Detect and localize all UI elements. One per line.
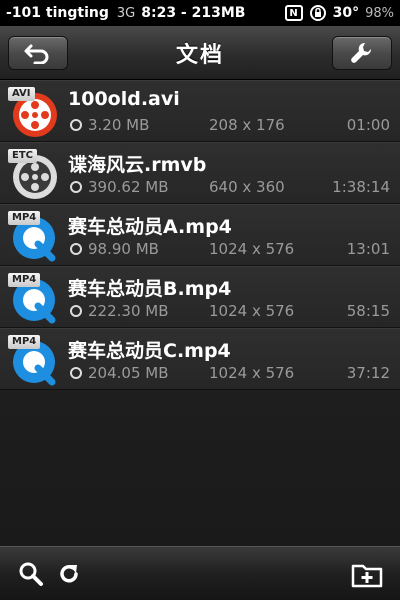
- rotation-lock-icon: [309, 5, 326, 21]
- file-type-badge: MP4: [8, 335, 41, 349]
- list-empty-area: [0, 390, 400, 546]
- search-icon: [19, 562, 43, 586]
- video-dimensions: 1024 x 576: [209, 240, 295, 258]
- file-size: 204.05 MB: [88, 364, 169, 382]
- file-type-badge: ETC: [8, 149, 37, 163]
- file-name: 100old.avi: [68, 88, 180, 110]
- status-circle-icon: [70, 181, 82, 193]
- file-meta: 222.30 MB 1024 x 576 58:15: [70, 302, 390, 320]
- video-dimensions: 1024 x 576: [209, 364, 295, 382]
- video-dimensions: 1024 x 576: [209, 302, 295, 320]
- video-duration: 37:12: [346, 364, 390, 382]
- quicktime-icon: MP4: [8, 335, 62, 387]
- file-size: 222.30 MB: [88, 302, 169, 320]
- battery-level: 98%: [365, 5, 394, 21]
- file-size: 390.62 MB: [88, 178, 169, 196]
- status-circle-icon: [70, 119, 82, 131]
- video-dimensions: 640 x 360: [209, 178, 285, 196]
- file-type-badge: MP4: [8, 211, 41, 225]
- file-name: 赛车总动员C.mp4: [68, 340, 231, 362]
- status-bar: -101 tingting 3G 8:23 - 213MB N 30° 98%: [0, 0, 400, 26]
- settings-button[interactable]: [332, 36, 392, 70]
- file-type-badge: MP4: [8, 273, 41, 287]
- file-size: 3.20 MB: [88, 116, 150, 134]
- refresh-icon: [60, 565, 78, 583]
- file-type-badge: AVI: [8, 87, 35, 101]
- video-duration: 1:38:14: [332, 178, 390, 196]
- network-type: 3G: [116, 5, 136, 21]
- file-meta: 98.90 MB 1024 x 576 13:01: [70, 240, 390, 258]
- page-title: 文档: [175, 42, 224, 68]
- file-name: 赛车总动员B.mp4: [68, 278, 232, 300]
- add-folder-icon: [351, 564, 383, 588]
- file-row[interactable]: AVI 100old.avi 3.20 MB 208 x 176 01:00: [0, 80, 400, 142]
- file-row[interactable]: ETC 谍海风云.rmvb 390.62 MB 640 x 360 1:38:1…: [0, 142, 400, 204]
- file-list: AVI 100old.avi 3.20 MB 208 x 176 01:00 E…: [0, 80, 400, 390]
- back-arrow-icon: [24, 44, 49, 64]
- navigation-bar: 文档: [0, 26, 400, 80]
- time-memory: 8:23 - 213MB: [141, 5, 246, 21]
- file-meta: 204.05 MB 1024 x 576 37:12: [70, 364, 390, 382]
- video-duration: 58:15: [346, 302, 390, 320]
- file-row[interactable]: MP4 赛车总动员C.mp4 204.05 MB 1024 x 576 37:1…: [0, 328, 400, 390]
- file-name: 赛车总动员A.mp4: [68, 216, 232, 238]
- file-row[interactable]: MP4 赛车总动员B.mp4 222.30 MB 1024 x 576 58:1…: [0, 266, 400, 328]
- carrier-name: -101 tingting: [6, 5, 109, 21]
- status-circle-icon: [70, 243, 82, 255]
- back-button[interactable]: [8, 36, 68, 70]
- temperature: 30°: [332, 5, 360, 21]
- film-reel-icon: AVI: [8, 87, 62, 139]
- file-meta: 390.62 MB 640 x 360 1:38:14: [70, 178, 390, 196]
- status-circle-icon: [70, 367, 82, 379]
- notification-icon: N: [284, 5, 303, 21]
- quicktime-icon: MP4: [8, 211, 62, 263]
- refresh-button[interactable]: [52, 557, 86, 591]
- file-size: 98.90 MB: [88, 240, 159, 258]
- search-button[interactable]: [14, 557, 48, 591]
- bottom-toolbar: [0, 546, 400, 600]
- add-folder-button[interactable]: [350, 557, 384, 591]
- video-dimensions: 208 x 176: [209, 116, 285, 134]
- file-meta: 3.20 MB 208 x 176 01:00: [70, 116, 390, 134]
- video-duration: 13:01: [346, 240, 390, 258]
- file-row[interactable]: MP4 赛车总动员A.mp4 98.90 MB 1024 x 576 13:01: [0, 204, 400, 266]
- video-duration: 01:00: [346, 116, 390, 134]
- status-circle-icon: [70, 305, 82, 317]
- wrench-icon: [351, 42, 372, 63]
- file-name: 谍海风云.rmvb: [68, 154, 207, 176]
- film-reel-icon: ETC: [8, 149, 62, 201]
- quicktime-icon: MP4: [8, 273, 62, 325]
